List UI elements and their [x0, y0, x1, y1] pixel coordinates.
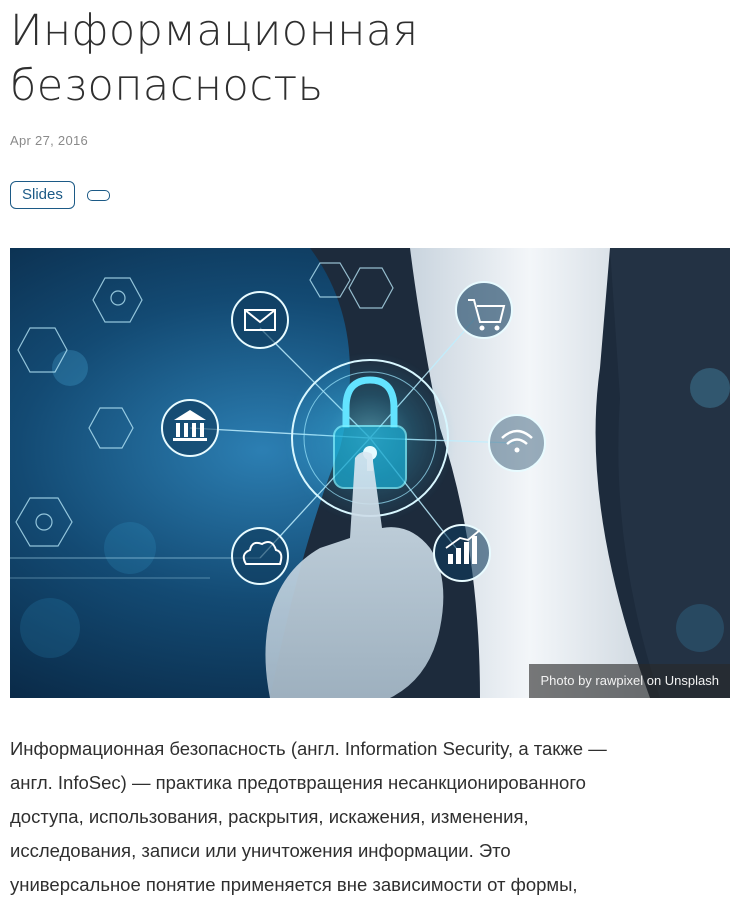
- credit-prefix: Photo by: [540, 673, 596, 688]
- hero-illustration: [10, 248, 730, 698]
- publish-date: Apr 27, 2016: [10, 133, 89, 148]
- bar-chart-icon: [433, 524, 491, 582]
- credit-middle: on: [643, 673, 665, 688]
- credit-author-link[interactable]: rawpixel: [595, 673, 643, 688]
- article-body: Информационная безопасность (англ. Infor…: [10, 732, 731, 902]
- body-line: англ. InfoSec) — практика предотвращения…: [10, 772, 586, 793]
- tag-list: Slides: [10, 181, 110, 209]
- tag-empty[interactable]: [86, 189, 110, 201]
- photo-credit: Photo by rawpixel on Unsplash: [529, 664, 730, 698]
- shopping-cart-icon: [455, 281, 513, 339]
- body-line: исследования, записи или уничтожения инф…: [10, 840, 511, 861]
- mail-icon: [231, 291, 289, 349]
- body-line: универсальное понятие применяется вне за…: [10, 874, 578, 895]
- body-line: доступа, использования, раскрытия, искаж…: [10, 806, 529, 827]
- wifi-icon: [488, 414, 546, 472]
- cloud-icon: [231, 527, 289, 585]
- body-line: Информационная безопасность (англ. Infor…: [10, 738, 607, 759]
- title-line-1: Информационная: [10, 6, 419, 56]
- article-title: Информационная безопасность: [10, 4, 731, 114]
- bank-icon: [161, 399, 219, 457]
- hero-image: Photo by rawpixel on Unsplash: [10, 248, 730, 698]
- title-line-2: безопасность: [10, 61, 324, 111]
- tag-slides[interactable]: Slides: [10, 181, 75, 209]
- credit-source-link[interactable]: Unsplash: [665, 673, 719, 688]
